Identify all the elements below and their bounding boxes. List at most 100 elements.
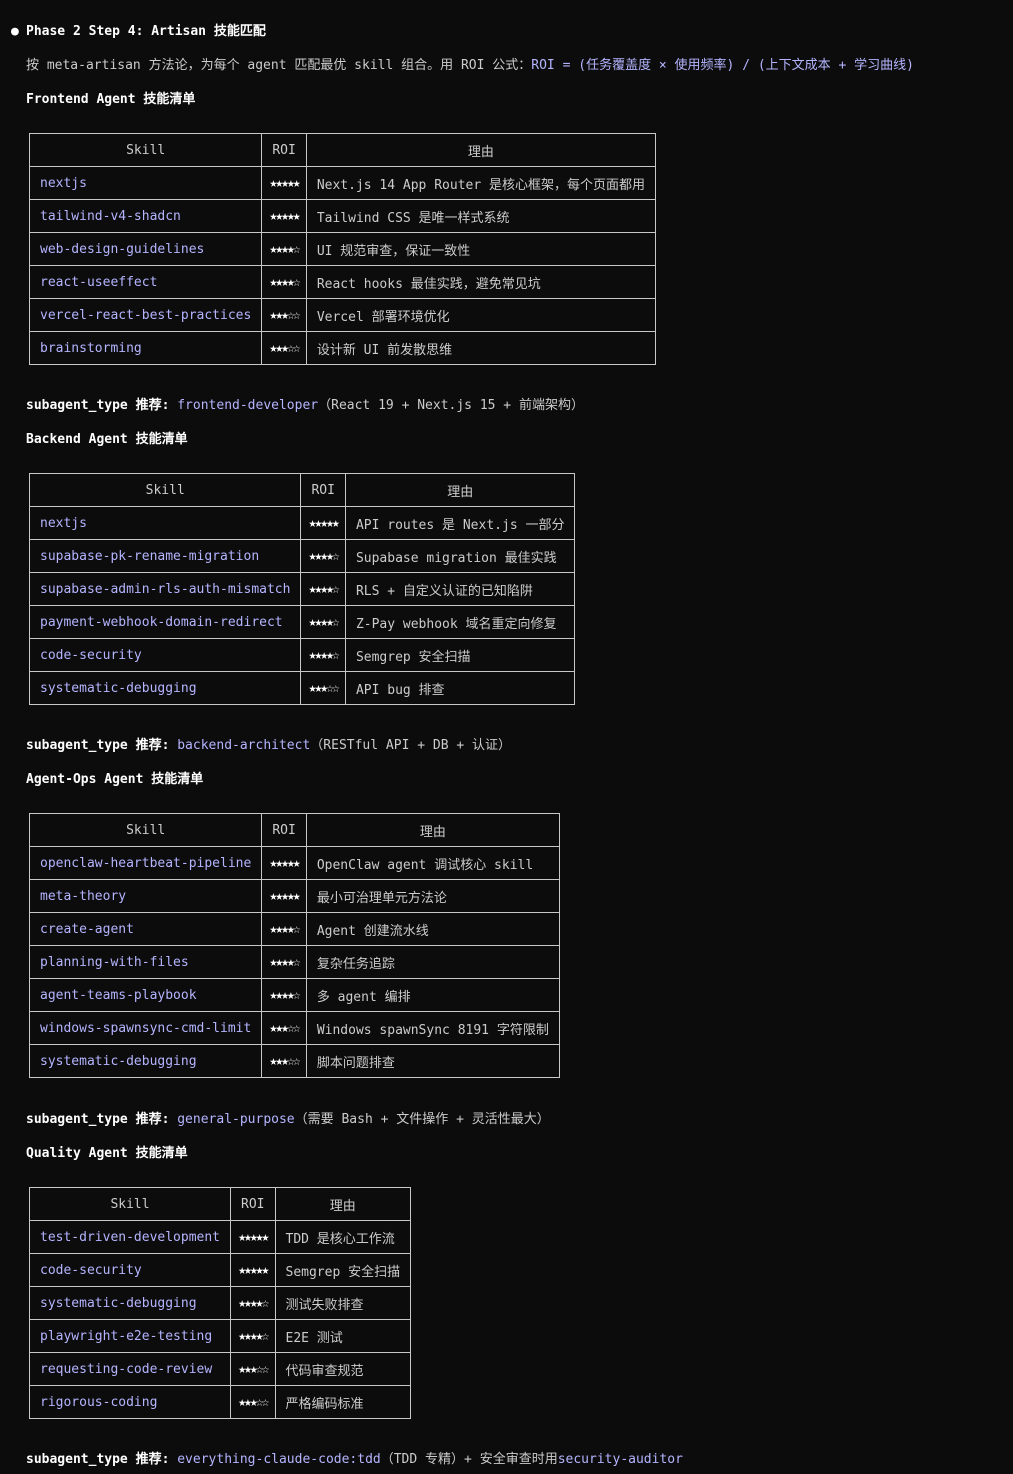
table-header-row: Skill ROI 理由 bbox=[28, 133, 657, 167]
table-row: agent-teams-playbook ★★★★☆ 多 agent 编排 bbox=[28, 978, 560, 1012]
skill-name[interactable]: agent-teams-playbook bbox=[28, 978, 263, 1012]
skill-name[interactable]: supabase-admin-rls-auth-mismatch bbox=[28, 572, 302, 606]
skill-reason: 设计新 UI 前发散思维 bbox=[305, 331, 657, 365]
skill-name[interactable]: requesting-code-review bbox=[28, 1352, 232, 1386]
skill-reason: 最小可治理单元方法论 bbox=[305, 879, 560, 913]
skill-name[interactable]: systematic-debugging bbox=[28, 1286, 232, 1320]
table-row: brainstorming ★★★☆☆ 设计新 UI 前发散思维 bbox=[28, 331, 657, 365]
skill-name[interactable]: supabase-pk-rename-migration bbox=[28, 539, 302, 573]
roi-rating: ★★★★★ bbox=[300, 506, 346, 540]
roi-formula: ROI = (任务覆盖度 × 使用频率) / (上下文成本 + 学习曲线) bbox=[531, 58, 914, 73]
table-row: systematic-debugging ★★★☆☆ API bug 排查 bbox=[28, 671, 576, 705]
table-row: tailwind-v4-shadcn ★★★★★ Tailwind CSS 是唯一样… bbox=[28, 199, 657, 233]
skill-name[interactable]: planning-with-files bbox=[28, 945, 263, 979]
roi-rating: ★★★☆☆ bbox=[230, 1385, 276, 1419]
table-row: requesting-code-review ★★★☆☆ 代码审查规范 bbox=[28, 1352, 412, 1386]
skill-reason: React hooks 最佳实践，避免常见坑 bbox=[305, 265, 657, 299]
recommend-subagent[interactable]: backend-architect bbox=[177, 738, 310, 753]
recommend-label: subagent_type 推荐 bbox=[26, 1452, 162, 1467]
column-header-skill: Skill bbox=[28, 133, 263, 167]
skill-name[interactable]: test-driven-development bbox=[28, 1220, 232, 1254]
roi-rating: ★★★☆☆ bbox=[300, 671, 346, 705]
column-header-roi: ROI bbox=[261, 813, 307, 847]
skill-reason: 测试失败排查 bbox=[274, 1286, 412, 1320]
roi-rating: ★★★☆☆ bbox=[230, 1352, 276, 1386]
recommend-subagent[interactable]: general-purpose bbox=[177, 1112, 294, 1127]
skill-name[interactable]: systematic-debugging bbox=[28, 1044, 263, 1078]
roi-rating: ★★★★★ bbox=[261, 879, 307, 913]
recommend-label: subagent_type 推荐 bbox=[26, 398, 162, 413]
recommend-line-backend: subagent_type 推荐: backend-architect（REST… bbox=[26, 738, 512, 753]
skills-table-backend: Skill ROI 理由 nextjs ★★★★★ API routes 是 Nex… bbox=[28, 473, 576, 705]
table-row: meta-theory ★★★★★ 最小可治理单元方法论 bbox=[28, 879, 560, 913]
table-row: supabase-admin-rls-auth-mismatch ★★★★☆ RLS… bbox=[28, 572, 576, 606]
roi-rating: ★★★★★ bbox=[261, 846, 307, 880]
skill-reason: UI 规范审查，保证一致性 bbox=[305, 232, 657, 266]
skill-name[interactable]: tailwind-v4-shadcn bbox=[28, 199, 263, 233]
table-row: create-agent ★★★★☆ Agent 创建流水线 bbox=[28, 912, 560, 946]
step-title: Phase 2 Step 4: Artisan 技能匹配 bbox=[26, 24, 266, 39]
skill-name[interactable]: code-security bbox=[28, 1253, 232, 1287]
table-row: rigorous-coding ★★★☆☆ 严格编码标准 bbox=[28, 1385, 412, 1419]
table-row: openclaw-heartbeat-pipeline ★★★★★ OpenClaw… bbox=[28, 846, 560, 880]
skill-name[interactable]: payment-webhook-domain-redirect bbox=[28, 605, 302, 639]
skill-reason: OpenClaw agent 调试核心 skill bbox=[305, 846, 560, 880]
roi-rating: ★★★★★ bbox=[230, 1253, 276, 1287]
recommend-note: （TDD 专精）+ 安全审查时用 bbox=[380, 1452, 558, 1467]
skill-name[interactable]: systematic-debugging bbox=[28, 671, 302, 705]
table-row: nextjs ★★★★★ Next.js 14 App Router 是核心框架，每… bbox=[28, 166, 657, 200]
skill-name[interactable]: openclaw-heartbeat-pipeline bbox=[28, 846, 263, 880]
roi-rating: ★★★☆☆ bbox=[261, 331, 307, 365]
roi-rating: ★★★★☆ bbox=[300, 638, 346, 672]
recommend-label: subagent_type 推荐 bbox=[26, 1112, 162, 1127]
skill-reason: Vercel 部署环境优化 bbox=[305, 298, 657, 332]
recommend-note: （RESTful API + DB + 认证） bbox=[310, 738, 512, 753]
section-heading-quality: Quality Agent 技能清单 bbox=[26, 1146, 188, 1161]
column-header-roi: ROI bbox=[300, 473, 346, 507]
table-row: web-design-guidelines ★★★★☆ UI 规范审查，保证一致性 bbox=[28, 232, 657, 266]
intro-line: 按 meta-artisan 方法论，为每个 agent 匹配最优 skill … bbox=[26, 57, 914, 75]
section-heading-frontend: Frontend Agent 技能清单 bbox=[26, 92, 196, 107]
column-header-skill: Skill bbox=[28, 813, 263, 847]
skill-reason: Supabase migration 最佳实践 bbox=[344, 539, 576, 573]
skill-name[interactable]: code-security bbox=[28, 638, 302, 672]
skill-reason: E2E 测试 bbox=[274, 1319, 412, 1353]
skill-reason: TDD 是核心工作流 bbox=[274, 1220, 412, 1254]
skill-name[interactable]: nextjs bbox=[28, 506, 302, 540]
skill-reason: Semgrep 安全扫描 bbox=[274, 1253, 412, 1287]
table-row: systematic-debugging ★★★☆☆ 脚本问题排查 bbox=[28, 1044, 560, 1078]
phase-step-bullet: ● bbox=[11, 24, 19, 39]
roi-rating: ★★★★☆ bbox=[261, 912, 307, 946]
skill-name[interactable]: windows-spawnsync-cmd-limit bbox=[28, 1011, 263, 1045]
column-header-reason: 理由 bbox=[305, 133, 657, 167]
skill-name[interactable]: react-useeffect bbox=[28, 265, 263, 299]
table-row: windows-spawnsync-cmd-limit ★★★☆☆ Windows … bbox=[28, 1011, 560, 1045]
roi-rating: ★★★☆☆ bbox=[261, 1044, 307, 1078]
roi-rating: ★★★★☆ bbox=[261, 232, 307, 266]
skills-table-frontend: Skill ROI 理由 nextjs ★★★★★ Next.js 14 App R… bbox=[28, 133, 657, 365]
recommend-extra-subagent[interactable]: security-auditor bbox=[558, 1452, 683, 1467]
recommend-label: subagent_type 推荐 bbox=[26, 738, 162, 753]
skills-table-agent-ops: Skill ROI 理由 openclaw-heartbeat-pipeline… bbox=[28, 813, 560, 1078]
roi-rating: ★★★★☆ bbox=[230, 1319, 276, 1353]
skill-name[interactable]: playwright-e2e-testing bbox=[28, 1319, 232, 1353]
column-header-reason: 理由 bbox=[344, 473, 576, 507]
table-row: react-useeffect ★★★★☆ React hooks 最佳实践，避免常… bbox=[28, 265, 657, 299]
skill-reason: 多 agent 编排 bbox=[305, 978, 560, 1012]
roi-rating: ★★★☆☆ bbox=[261, 298, 307, 332]
skill-name[interactable]: web-design-guidelines bbox=[28, 232, 263, 266]
skill-name[interactable]: meta-theory bbox=[28, 879, 263, 913]
table-row: systematic-debugging ★★★★☆ 测试失败排查 bbox=[28, 1286, 412, 1320]
skill-name[interactable]: vercel-react-best-practices bbox=[28, 298, 263, 332]
recommend-subagent[interactable]: everything-claude-code:tdd bbox=[177, 1452, 381, 1467]
skill-name[interactable]: brainstorming bbox=[28, 331, 263, 365]
skill-name[interactable]: nextjs bbox=[28, 166, 263, 200]
roi-rating: ★★★★☆ bbox=[230, 1286, 276, 1320]
skill-name[interactable]: create-agent bbox=[28, 912, 263, 946]
skill-name[interactable]: rigorous-coding bbox=[28, 1385, 232, 1419]
skill-reason: RLS + 自定义认证的已知陷阱 bbox=[344, 572, 576, 606]
recommend-subagent[interactable]: frontend-developer bbox=[177, 398, 318, 413]
section-heading-backend: Backend Agent 技能清单 bbox=[26, 432, 188, 447]
skill-reason: 代码审查规范 bbox=[274, 1352, 412, 1386]
skill-reason: API bug 排查 bbox=[344, 671, 576, 705]
